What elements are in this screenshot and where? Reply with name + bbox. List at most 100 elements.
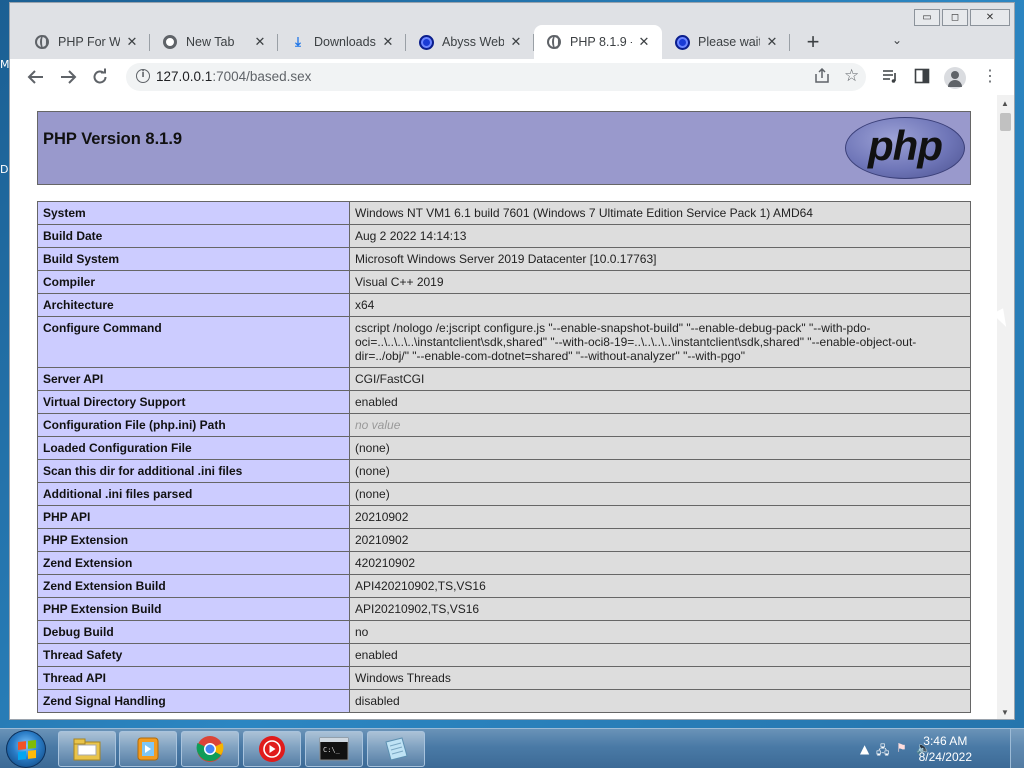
chrome-icon — [196, 736, 224, 762]
site-info-icon[interactable]: i — [136, 69, 150, 83]
chrome-button[interactable] — [181, 731, 239, 767]
start-button[interactable] — [6, 730, 46, 768]
config-key: Zend Extension Build — [37, 574, 350, 598]
config-key: Compiler — [37, 270, 350, 294]
notepad-icon — [385, 737, 408, 761]
desktop-icon-label[interactable]: D — [0, 163, 8, 176]
config-value: x64 — [349, 293, 971, 317]
abyss-icon — [674, 34, 690, 50]
minimize-button[interactable]: ▭ — [914, 9, 940, 26]
table-row: Configure Command cscript /nologo /e:jscr… — [37, 316, 971, 368]
scroll-down-arrow-icon[interactable]: ▼ — [1001, 708, 1009, 717]
notepad-button[interactable] — [367, 731, 425, 767]
config-key: Build System — [37, 247, 350, 271]
table-row: Server API CGI/FastCGI — [37, 367, 971, 391]
config-key: Zend Signal Handling — [37, 689, 350, 713]
config-value: 20210902 — [349, 528, 971, 552]
profile-avatar-icon[interactable] — [944, 67, 966, 89]
tab-title: Downloads — [314, 35, 376, 49]
table-row: Virtual Directory Support enabled — [37, 390, 971, 414]
reload-icon — [93, 68, 107, 84]
side-panel-icon[interactable] — [914, 68, 930, 88]
php-logo[interactable]: php — [845, 117, 965, 179]
system-clock[interactable]: 3:46 AM 8/24/2022 — [919, 733, 972, 765]
command-prompt-icon: C:\_ — [319, 737, 349, 761]
config-value: API420210902,TS,VS16 — [349, 574, 971, 598]
bookmark-star-icon[interactable]: ☆ — [844, 66, 859, 86]
config-value: (none) — [349, 459, 971, 483]
browser-window: ▭ ◻ ✕ PHP For Wir ✕ New Tab ✕ ⤓ Download… — [9, 2, 1015, 720]
url-path: :7004/based.sex — [212, 69, 312, 84]
tab-please-wait[interactable]: Please wait ✕ — [662, 25, 790, 59]
close-tab-icon[interactable]: ✕ — [124, 34, 140, 50]
config-value: 420210902 — [349, 551, 971, 575]
close-button[interactable]: ✕ — [970, 9, 1010, 26]
url-text[interactable]: 127.0.0.1:7004/based.sex — [156, 69, 311, 84]
scroll-up-arrow-icon[interactable]: ▲ — [1001, 99, 1009, 108]
config-key: PHP API — [37, 505, 350, 529]
tab-title: Please wait — [698, 35, 760, 49]
new-tab-button[interactable]: + — [796, 25, 830, 59]
config-key: Build Date — [37, 224, 350, 248]
config-key: Loaded Configuration File — [37, 436, 350, 460]
reading-list-icon[interactable] — [882, 68, 898, 88]
share-icon[interactable] — [814, 67, 830, 88]
youtube-music-icon — [259, 736, 285, 762]
window-controls: ▭ ◻ ✕ — [914, 9, 1010, 26]
media-player-button[interactable] — [119, 731, 177, 767]
svg-text:C:\_: C:\_ — [323, 746, 341, 754]
table-row: Zend Extension 420210902 — [37, 551, 971, 575]
table-row: Thread API Windows Threads — [37, 666, 971, 690]
close-tab-icon[interactable]: ✕ — [764, 34, 780, 50]
tab-title: PHP 8.1.9 - — [570, 35, 632, 49]
command-prompt-button[interactable]: C:\_ — [305, 731, 363, 767]
restore-button[interactable]: ◻ — [942, 9, 968, 26]
table-row: System Windows NT VM1 6.1 build 7601 (Win… — [37, 201, 971, 225]
config-value: (none) — [349, 482, 971, 506]
php-version-header: PHP Version 8.1.9 php — [37, 111, 971, 185]
tab-title: Abyss Web — [442, 35, 504, 49]
address-bar[interactable]: i 127.0.0.1:7004/based.sex ☆ — [126, 63, 866, 91]
tab-downloads[interactable]: ⤓ Downloads ✕ — [278, 25, 406, 59]
tab-php-info[interactable]: PHP 8.1.9 - ✕ — [534, 25, 662, 59]
tab-abyss-web[interactable]: Abyss Web ✕ — [406, 25, 534, 59]
close-tab-icon[interactable]: ✕ — [508, 34, 524, 50]
table-row: Build System Microsoft Windows Server 201… — [37, 247, 971, 271]
table-row: Zend Extension Build API420210902,TS,VS16 — [37, 574, 971, 598]
config-value: no — [349, 620, 971, 644]
table-row: Build Date Aug 2 2022 14:14:13 — [37, 224, 971, 248]
config-value: no value — [349, 413, 971, 437]
tab-search-chevron-icon[interactable]: ⌄ — [892, 33, 902, 47]
vertical-scrollbar[interactable]: ▲ ▼ — [997, 95, 1014, 719]
show-hidden-icons-icon[interactable]: ▲ — [860, 742, 869, 756]
close-tab-icon[interactable]: ✕ — [380, 34, 396, 50]
show-desktop-button[interactable] — [1010, 729, 1024, 768]
more-menu-icon[interactable]: ⋮ — [982, 67, 998, 87]
scrollbar-thumb[interactable] — [1000, 113, 1011, 131]
youtube-music-button[interactable] — [243, 731, 301, 767]
config-key: Configure Command — [37, 316, 350, 368]
reload-button[interactable] — [88, 65, 112, 89]
tab-new-tab[interactable]: New Tab ✕ — [150, 25, 278, 59]
table-row: Loaded Configuration File (none) — [37, 436, 971, 460]
phpinfo-page: PHP Version 8.1.9 php System Windows NT V… — [37, 111, 971, 713]
back-button[interactable] — [24, 65, 48, 89]
tab-title: PHP For Wir — [58, 35, 120, 49]
close-tab-icon[interactable]: ✕ — [636, 34, 652, 50]
forward-button[interactable] — [56, 65, 80, 89]
config-value: disabled — [349, 689, 971, 713]
network-icon[interactable]: 🖧 — [876, 741, 889, 762]
media-player-icon — [137, 737, 159, 761]
close-tab-icon[interactable]: ✕ — [252, 34, 268, 50]
file-explorer-button[interactable] — [58, 731, 116, 767]
table-row: Debug Build no — [37, 620, 971, 644]
config-value: API20210902,TS,VS16 — [349, 597, 971, 621]
config-value: Aug 2 2022 14:14:13 — [349, 224, 971, 248]
config-key: Server API — [37, 367, 350, 391]
action-center-flag-icon[interactable]: ⚑ — [896, 741, 907, 755]
config-key: Scan this dir for additional .ini files — [37, 459, 350, 483]
table-row: PHP API 20210902 — [37, 505, 971, 529]
config-value: CGI/FastCGI — [349, 367, 971, 391]
tab-php-for-windows[interactable]: PHP For Wir ✕ — [22, 25, 150, 59]
config-value: 20210902 — [349, 505, 971, 529]
